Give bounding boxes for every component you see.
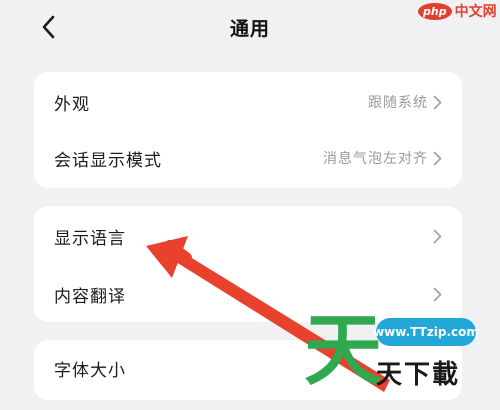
settings-group-language: 显示语言 内容翻译 — [34, 206, 462, 322]
row-label: 内容翻译 — [54, 286, 126, 307]
chevron-right-icon — [432, 150, 442, 166]
settings-group-appearance: 外观 跟随系统 会话显示模式 消息气泡左对齐 — [34, 72, 462, 188]
row-label: 字体大小 — [54, 360, 126, 381]
row-label: 外观 — [54, 94, 90, 115]
row-value: 消息气泡左对齐 — [323, 151, 428, 167]
settings-row-chat-display-mode[interactable]: 会话显示模式 消息气泡左对齐 — [34, 130, 462, 186]
chevron-right-icon — [432, 286, 442, 302]
row-label: 会话显示模式 — [54, 150, 162, 171]
row-label: 显示语言 — [54, 228, 126, 249]
watermark-site-name: 天下載 — [376, 360, 461, 390]
watermark-url: www.TTzip.com — [373, 318, 479, 346]
watermark-php-cn: php 中文网 — [418, 0, 497, 22]
settings-row-appearance[interactable]: 外观 跟随系统 — [34, 74, 462, 130]
php-logo: php — [418, 2, 452, 20]
settings-general-screen: 通用 php 中文网 外观 跟随系统 会话显示模式 消息气泡左对齐 显示语言 内… — [0, 0, 500, 410]
watermark-text: 中文网 — [454, 4, 497, 20]
settings-row-content-translation[interactable]: 内容翻译 — [34, 266, 462, 322]
watermark-big-char: 天 — [304, 306, 383, 396]
chevron-right-icon — [432, 94, 442, 110]
chevron-right-icon — [432, 228, 442, 244]
settings-row-display-language[interactable]: 显示语言 — [34, 208, 462, 264]
row-value: 跟随系统 — [368, 95, 428, 111]
